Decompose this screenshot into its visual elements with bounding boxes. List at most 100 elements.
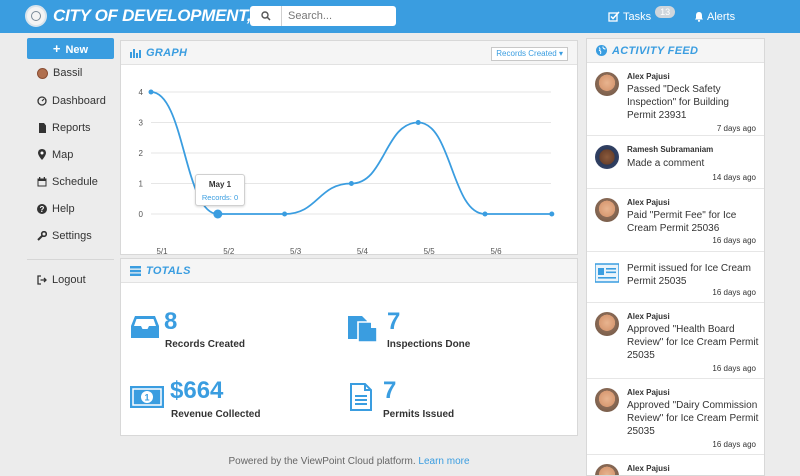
dashboard-icon bbox=[37, 95, 47, 106]
sidebar-item-label: Help bbox=[52, 202, 75, 215]
x-tick-label: 5/2 bbox=[223, 247, 235, 256]
inbox-tray-icon bbox=[131, 316, 159, 338]
avatar bbox=[595, 145, 619, 169]
x-tick-label: 5/5 bbox=[424, 247, 436, 256]
sidebar-item-label: Map bbox=[52, 148, 74, 161]
sidebar-item-label: Schedule bbox=[52, 175, 98, 188]
bell-icon bbox=[695, 12, 703, 22]
learn-more-link[interactable]: Learn more bbox=[418, 456, 469, 467]
sidebar-item-user[interactable]: Bassil bbox=[27, 59, 114, 87]
documents-icon bbox=[348, 316, 378, 342]
graph-panel: GRAPH Records Created ▾ 0 1 2 3 4 5/1 5/2 5/3 5/… bbox=[120, 40, 578, 256]
feed-author: Alex Pajusi bbox=[627, 198, 670, 207]
alerts-link[interactable]: Alerts bbox=[694, 0, 735, 33]
stat-value: 7 bbox=[387, 308, 401, 335]
stat-label: Revenue Collected bbox=[171, 409, 261, 420]
avatar bbox=[595, 198, 619, 222]
money-icon: 1 bbox=[130, 386, 164, 408]
feed-time: 16 days ago bbox=[712, 236, 756, 245]
data-point bbox=[348, 181, 354, 186]
feed-panel-header: ACTIVITY FEED bbox=[587, 39, 764, 63]
stat-label: Permits Issued bbox=[383, 409, 455, 420]
feed-item[interactable]: Ramesh Subramaniam Made a comment 14 day… bbox=[587, 137, 764, 189]
search-box bbox=[250, 6, 396, 26]
sidebar-divider bbox=[27, 259, 114, 260]
sidebar-item-logout[interactable]: Logout bbox=[27, 266, 114, 293]
sidebar-item-help[interactable]: ? Help bbox=[27, 195, 114, 222]
new-button[interactable]: + New bbox=[27, 38, 114, 59]
feed-author: Alex Pajusi bbox=[627, 464, 670, 473]
list-icon bbox=[130, 265, 141, 276]
feed-time: 7 days ago bbox=[716, 124, 756, 133]
sidebar-item-label: Settings bbox=[52, 229, 92, 242]
tasks-link[interactable]: Tasks 13 bbox=[608, 0, 676, 33]
data-point bbox=[213, 209, 223, 219]
totals-panel: TOTALS 8 Records Created 7 Inspections D… bbox=[120, 258, 578, 436]
feed-item[interactable]: Alex Pajusi Approved "Dairy Commission R… bbox=[587, 380, 764, 455]
stat-label: Records Created bbox=[165, 339, 246, 350]
feed-author: Alex Pajusi bbox=[627, 388, 670, 397]
wrench-icon bbox=[37, 230, 47, 241]
plus-icon: + bbox=[52, 41, 61, 56]
data-point bbox=[549, 211, 555, 217]
city-seal-logo[interactable] bbox=[25, 5, 47, 27]
feed-author: Ramesh Subramaniam bbox=[627, 145, 714, 154]
totals-panel-header: TOTALS bbox=[121, 259, 577, 283]
footer-text: Powered by the ViewPoint Cloud platform. bbox=[228, 456, 416, 467]
y-tick-label: 2 bbox=[139, 149, 144, 158]
globe-icon bbox=[596, 45, 607, 56]
feed-item[interactable]: Alex Pajusi bbox=[587, 456, 764, 475]
chart-tooltip: May 1 Records: 0 bbox=[195, 174, 245, 206]
y-tick-label: 1 bbox=[139, 180, 144, 189]
feed-item[interactable]: Alex Pajusi Paid "Permit Fee" for Ice Cr… bbox=[587, 190, 764, 252]
avatar bbox=[595, 388, 619, 412]
x-tick-label: 5/3 bbox=[290, 247, 302, 256]
feed-text: Approved "Dairy Commission Review" for I… bbox=[627, 400, 759, 437]
top-bar: CITY OF DEVELOPMENT, GA Tasks 13 Alerts bbox=[0, 0, 800, 33]
data-point bbox=[415, 120, 421, 125]
permit-file-icon bbox=[350, 383, 372, 411]
line-chart: 0 1 2 3 4 5/1 5/2 5/3 5/4 5/5 5/6 bbox=[139, 88, 555, 256]
feed-item[interactable]: Permit issued for Ice Cream Permit 25035… bbox=[587, 253, 764, 303]
feed-author: Alex Pajusi bbox=[627, 312, 670, 321]
feed-item[interactable]: Alex Pajusi Approved "Health Board Revie… bbox=[587, 304, 764, 379]
tasks-count-badge: 13 bbox=[655, 5, 676, 18]
avatar bbox=[595, 72, 619, 96]
sidebar-item-dashboard[interactable]: Dashboard bbox=[27, 87, 114, 114]
tooltip-date: May 1 bbox=[208, 180, 232, 189]
feed-text: Paid "Permit Fee" for Ice Cream Permit 2… bbox=[627, 210, 737, 234]
stat-value: 8 bbox=[164, 308, 178, 335]
y-tick-label: 4 bbox=[139, 88, 144, 97]
alerts-label: Alerts bbox=[707, 10, 736, 23]
map-pin-icon bbox=[37, 149, 47, 160]
sidebar-item-map[interactable]: Map bbox=[27, 141, 114, 168]
sidebar-item-settings[interactable]: Settings bbox=[27, 222, 114, 249]
avatar bbox=[595, 312, 619, 336]
feed-time: 16 days ago bbox=[712, 440, 756, 449]
calendar-icon bbox=[37, 176, 47, 187]
question-icon: ? bbox=[37, 203, 47, 214]
totals-title: TOTALS bbox=[146, 264, 191, 277]
feed-author: Alex Pajusi bbox=[627, 72, 670, 81]
permit-card-icon bbox=[595, 263, 619, 283]
bar-chart-icon bbox=[130, 48, 141, 58]
search-input[interactable] bbox=[284, 6, 392, 26]
sidebar-item-reports[interactable]: Reports bbox=[27, 114, 114, 141]
feed-text: Permit issued for Ice Cream Permit 25035 bbox=[627, 263, 751, 287]
city-title[interactable]: CITY OF DEVELOPMENT, GA bbox=[53, 6, 281, 26]
svg-text:1: 1 bbox=[144, 393, 149, 403]
metric-dropdown[interactable]: Records Created ▾ bbox=[491, 47, 568, 61]
feed-time: 16 days ago bbox=[712, 288, 756, 297]
feed-item[interactable]: Alex Pajusi Passed "Deck Safety Inspecti… bbox=[587, 64, 764, 136]
logout-icon bbox=[37, 274, 47, 285]
search-button[interactable] bbox=[250, 6, 282, 26]
y-tick-label: 0 bbox=[139, 210, 144, 219]
x-tick-label: 5/4 bbox=[357, 247, 369, 256]
sidebar-item-schedule[interactable]: Schedule bbox=[27, 168, 114, 195]
sidebar-item-label: Reports bbox=[52, 121, 91, 134]
feed-text: Approved "Health Board Review" for Ice C… bbox=[627, 324, 759, 361]
feed-time: 14 days ago bbox=[712, 173, 756, 182]
footer: Powered by the ViewPoint Cloud platform.… bbox=[120, 456, 578, 467]
stat-value: $664 bbox=[170, 377, 224, 404]
checkbox-icon bbox=[608, 11, 620, 22]
